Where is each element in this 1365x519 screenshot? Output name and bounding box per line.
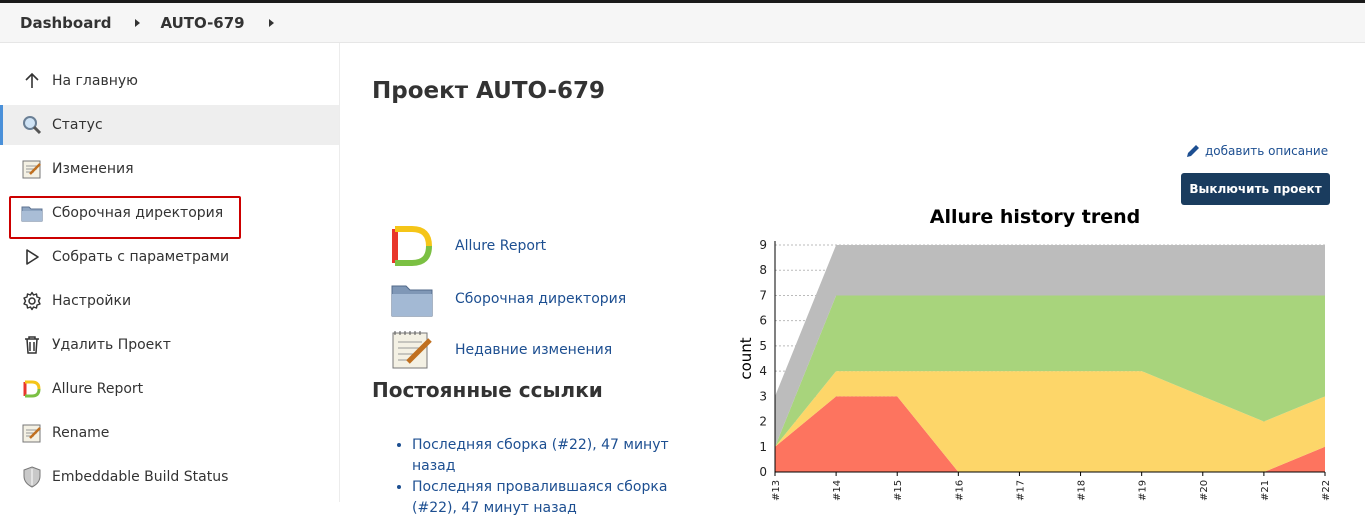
sidebar-item-label: Изменения — [52, 161, 134, 177]
sidebar-item-allure-report[interactable]: Allure Report — [0, 369, 339, 409]
play-outline-icon — [20, 245, 44, 269]
sidebar-item-build-with-params[interactable]: Собрать с параметрами — [0, 237, 339, 277]
shield-icon — [20, 465, 44, 489]
sidebar-item-label: Allure Report — [52, 381, 144, 397]
chart-x-tick-label: #17 — [1015, 480, 1026, 501]
sidebar-item-label: Статус — [52, 117, 103, 133]
sidebar-item-embeddable-status[interactable]: Embeddable Build Status — [0, 457, 339, 497]
chart-y-axis-label: count — [737, 337, 755, 379]
sidebar-item-home[interactable]: На главную — [0, 61, 339, 101]
chart-x-tick-label: #13 — [771, 480, 782, 501]
magnifier-icon — [20, 113, 44, 137]
chart-y-tick-label: 8 — [759, 263, 767, 277]
chart-y-tick-label: 7 — [759, 288, 767, 302]
breadcrumb-dashboard[interactable]: Dashboard — [20, 14, 111, 32]
chart-x-tick-label: #16 — [954, 480, 965, 501]
highlight-box — [9, 196, 241, 239]
sidebar-item-status[interactable]: Статус — [0, 105, 339, 145]
chart-y-tick-label: 0 — [759, 465, 767, 479]
disable-project-button[interactable]: Выключить проект — [1181, 173, 1330, 205]
arrow-up-icon — [20, 69, 44, 93]
sidebar-item-label: Настройки — [52, 293, 132, 309]
add-description-label: добавить описание — [1205, 144, 1329, 158]
breadcrumb-arrow-icon[interactable] — [268, 18, 274, 27]
chart-x-tick-label: #20 — [1199, 480, 1210, 501]
link-label[interactable]: Недавние изменения — [455, 342, 612, 358]
page-title: Проект AUTO-679 — [372, 78, 606, 104]
chart-x-tick-label: #14 — [832, 480, 843, 501]
trash-icon — [20, 333, 44, 357]
chart-x-tick-label: #19 — [1138, 480, 1149, 501]
permalinks-list: Последняя сборка (#22), 47 минут назад П… — [412, 435, 712, 519]
sidebar-item-changes[interactable]: Изменения — [0, 149, 339, 189]
chart-y-tick-label: 6 — [759, 314, 767, 328]
permalinks-title: Постоянные ссылки — [372, 378, 603, 402]
link-recent-changes[interactable]: Недавние изменения — [389, 327, 612, 373]
add-description-link[interactable]: добавить описание — [1185, 143, 1328, 159]
sidebar-item-delete[interactable]: Удалить Проект — [0, 325, 339, 365]
sidebar-item-label: Собрать с параметрами — [52, 249, 230, 265]
sidebar: На главную Статус Изменения Сборочная ди… — [0, 43, 340, 502]
breadcrumb: Dashboard AUTO-679 — [0, 3, 1365, 43]
chart-title: Allure history trend — [929, 206, 1141, 228]
permalink-last-failed-build[interactable]: Последняя провалившаяся сборка (#22), 47… — [412, 479, 667, 516]
chart-x-tick-label: #21 — [1260, 480, 1271, 501]
notepad-icon — [20, 421, 44, 445]
breadcrumb-project[interactable]: AUTO-679 — [160, 14, 244, 32]
list-item: Последняя сборка (#22), 47 минут назад — [412, 435, 712, 477]
chart-y-tick-label: 1 — [759, 440, 767, 454]
link-label[interactable]: Сборочная директория — [455, 291, 626, 307]
breadcrumb-arrow-icon[interactable] — [135, 18, 141, 27]
chart-y-tick-label: 4 — [759, 364, 767, 378]
main-panel: Проект AUTO-679 добавить описание Выключ… — [341, 43, 1365, 516]
gear-icon — [20, 289, 44, 313]
allure-icon — [20, 377, 44, 401]
sidebar-item-label: Rename — [52, 425, 110, 441]
allure-trend-chart[interactable]: 0 1 2 3 4 5 6 7 8 9 #13 #14 #15 #16 #17 #18 #19 #20 #21 #22… — [731, 231, 1331, 502]
link-workspace[interactable]: Сборочная директория — [389, 276, 626, 322]
pencil-icon — [1187, 145, 1199, 157]
sidebar-item-rename[interactable]: Rename — [0, 413, 339, 453]
sidebar-item-label: На главную — [52, 73, 138, 89]
notepad-icon — [389, 327, 435, 373]
chart-y-tick-label: 3 — [759, 389, 767, 403]
list-item: Последняя провалившаяся сборка (#22), 47… — [412, 477, 712, 519]
link-allure-report[interactable]: Allure Report — [389, 223, 546, 269]
notepad-icon — [20, 157, 44, 181]
folder-icon — [389, 276, 435, 322]
sidebar-item-label: Удалить Проект — [52, 337, 171, 353]
chart-x-tick-label: #22 — [1321, 480, 1331, 501]
link-label[interactable]: Allure Report — [455, 238, 546, 254]
chart-y-tick-label: 2 — [759, 415, 767, 429]
permalink-last-build[interactable]: Последняя сборка (#22), 47 минут назад — [412, 437, 669, 474]
allure-icon — [389, 223, 435, 269]
chart-y-tick-label: 5 — [759, 339, 767, 353]
sidebar-item-label: Embeddable Build Status — [52, 469, 229, 485]
chart-x-tick-label: #18 — [1077, 480, 1088, 501]
chart-x-tick-label: #15 — [893, 480, 904, 501]
sidebar-item-settings[interactable]: Настройки — [0, 281, 339, 321]
chart-y-tick-label: 9 — [759, 238, 767, 252]
